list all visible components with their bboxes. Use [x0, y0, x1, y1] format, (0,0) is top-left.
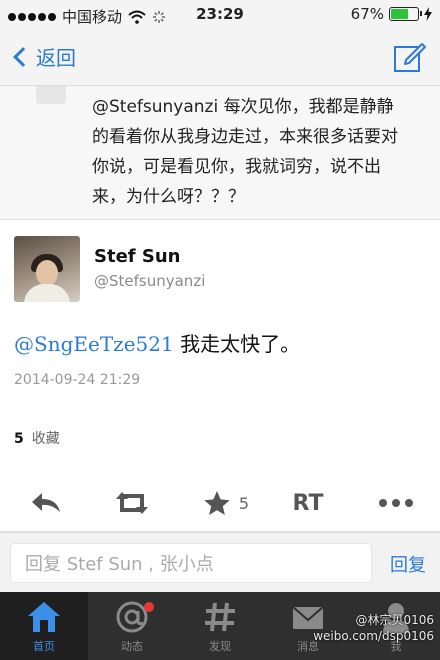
more-button[interactable]: [376, 478, 416, 528]
battery-icon: [389, 7, 422, 21]
charging-icon: [424, 7, 432, 21]
retweet-button[interactable]: [110, 478, 154, 528]
star-count: 5: [238, 493, 250, 513]
reply-bar: 回复 Stef Sun , 张小点 回复: [0, 532, 440, 592]
battery-fill: [391, 9, 409, 19]
chevron-left-icon: [13, 46, 33, 67]
watermark-line-2: weibo.com/dsp0106: [313, 629, 434, 643]
watermark: @林宗贝0106 weibo.com/dsp0106: [313, 612, 434, 644]
favorites-count: 5: [14, 431, 24, 447]
quoted-comment-text: @Stefsunyanzi 每次见你，我都是静静的看着你从我身边走过，本来很多话…: [92, 97, 398, 207]
tab-discover[interactable]: 发现: [176, 592, 264, 660]
notification-badge: [144, 602, 154, 612]
more-dots-icon: [379, 499, 413, 507]
tab-activity[interactable]: 动态: [88, 592, 176, 660]
post-text: 我走太快了。: [180, 332, 301, 356]
home-icon: [0, 600, 88, 634]
action-bar: 5 RT: [0, 478, 440, 528]
rt-button[interactable]: RT: [286, 478, 330, 528]
at-icon: [88, 600, 176, 634]
favorites-label: 收藏: [31, 431, 60, 447]
post-timestamp: 2014-09-24 21:29: [14, 372, 141, 388]
author-handle[interactable]: @Stefsunyanzi: [94, 272, 205, 290]
compose-icon[interactable]: [392, 40, 426, 74]
mention-link[interactable]: @SngEeTze521: [14, 332, 174, 356]
quoted-comment-card[interactable]: @Stefsunyanzi 每次见你，我都是静静的看着你从我身边走过，本来很多话…: [0, 86, 440, 220]
star-icon: [204, 491, 230, 515]
post-card: Stef Sun @Stefsunyanzi @SngEeTze521 我走太快…: [0, 220, 440, 532]
post-body: @SngEeTze521 我走太快了。: [14, 328, 300, 357]
author-avatar[interactable]: [14, 236, 80, 302]
tab-discover-label: 发现: [209, 640, 231, 653]
hash-icon: [176, 600, 264, 634]
reply-send-button[interactable]: 回复: [390, 551, 426, 577]
avatar: [36, 86, 66, 104]
tab-home[interactable]: 首页: [0, 592, 88, 660]
reply-input[interactable]: 回复 Stef Sun , 张小点: [10, 543, 372, 583]
status-right: 67%: [351, 5, 432, 23]
battery-percent: 67%: [350, 5, 384, 23]
favorite-button[interactable]: 5: [196, 478, 256, 528]
tab-activity-label: 动态: [121, 640, 143, 653]
reply-arrow-icon: [32, 493, 60, 512]
back-button[interactable]: 返回: [10, 42, 76, 71]
navigation-bar: 返回: [0, 30, 440, 86]
tab-home-label: 首页: [33, 640, 55, 653]
retweet-icon: [116, 492, 148, 514]
author-name[interactable]: Stef Sun: [94, 246, 180, 267]
back-label: 返回: [36, 46, 76, 70]
reply-button[interactable]: [26, 478, 66, 528]
status-bar: 中国移动 23:29 67%: [0, 0, 440, 30]
watermark-line-1: @林宗贝0106: [355, 613, 434, 627]
favorites-count-row[interactable]: 5 收藏: [14, 428, 60, 448]
